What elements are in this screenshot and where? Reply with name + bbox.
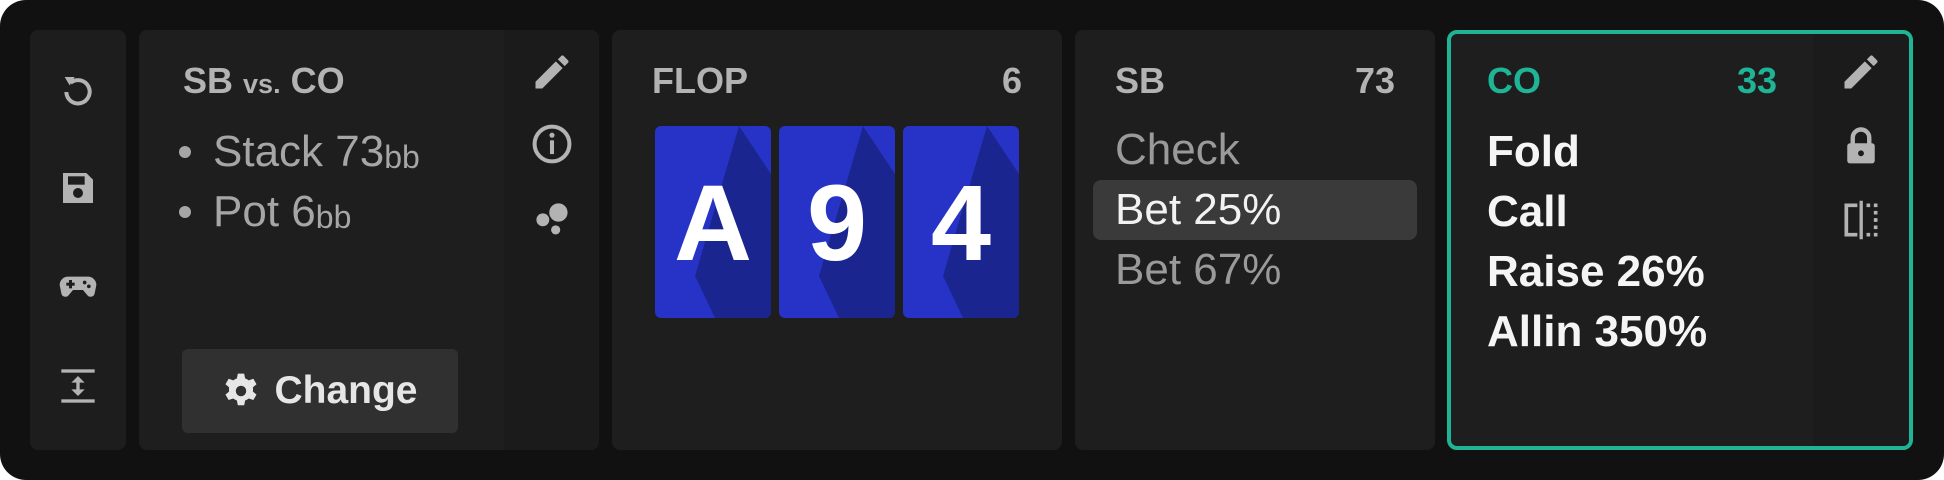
street-title: FLOP bbox=[652, 60, 748, 101]
action-list: Check Bet 25% Bet 67% bbox=[1093, 120, 1417, 300]
action-call[interactable]: Call bbox=[1487, 182, 1707, 242]
gamepad-icon[interactable] bbox=[58, 265, 98, 305]
change-label: Change bbox=[274, 369, 418, 412]
spot-side-toolbar bbox=[504, 30, 599, 450]
pot-value: 6 bbox=[291, 187, 316, 236]
expand-vertical-icon[interactable] bbox=[58, 366, 98, 406]
flop-panel[interactable]: FLOP 6 A 9 4 bbox=[612, 30, 1062, 450]
stack-item: Stack 73 bb bbox=[179, 122, 420, 182]
spot-title: SB vs. CO bbox=[183, 60, 345, 102]
player-stack: 73 bbox=[1354, 60, 1395, 101]
board-card[interactable]: A bbox=[655, 126, 771, 318]
pencil-icon[interactable] bbox=[1839, 50, 1883, 94]
player-position: CO bbox=[1487, 60, 1541, 101]
bullet-dot bbox=[179, 146, 191, 158]
bullet-dot bbox=[179, 206, 191, 218]
pot-size: 6 bbox=[1001, 60, 1022, 101]
player-stack: 33 bbox=[1736, 60, 1777, 101]
gear-icon bbox=[225, 373, 258, 406]
action-bet-25[interactable]: Bet 25% bbox=[1093, 180, 1417, 240]
stack-label: Stack bbox=[213, 127, 324, 176]
action-check[interactable]: Check bbox=[1093, 120, 1417, 180]
pot-label: Pot bbox=[213, 187, 280, 236]
spot-info-panel: SB vs. CO Stack 73 bb Pot 6 bb Change bbox=[139, 30, 599, 450]
stack-unit: bb bbox=[384, 139, 420, 175]
board-card[interactable]: 4 bbox=[903, 126, 1019, 318]
action-bet-67[interactable]: Bet 67% bbox=[1093, 240, 1417, 300]
vs-label: vs. bbox=[243, 69, 281, 99]
villain-position: CO bbox=[290, 60, 345, 101]
sb-action-panel[interactable]: SB 73 Check Bet 25% Bet 67% bbox=[1075, 30, 1435, 450]
spot-details: Stack 73 bb Pot 6 bb bbox=[179, 122, 420, 242]
pot-unit: bb bbox=[315, 199, 352, 235]
action-fold[interactable]: Fold bbox=[1487, 122, 1707, 182]
toolbar bbox=[30, 30, 126, 450]
pot-item: Pot 6 bb bbox=[179, 182, 420, 242]
card-rank: 9 bbox=[806, 161, 868, 283]
board-cards: A 9 4 bbox=[655, 126, 1019, 318]
split-icon[interactable] bbox=[1839, 198, 1883, 242]
co-side-toolbar bbox=[1813, 34, 1909, 446]
reset-icon[interactable] bbox=[58, 72, 98, 112]
save-icon[interactable] bbox=[58, 168, 98, 208]
app-frame: SB vs. CO Stack 73 bb Pot 6 bb Change FL… bbox=[0, 0, 1944, 480]
hero-position: SB bbox=[183, 60, 234, 101]
pencil-icon[interactable] bbox=[530, 50, 574, 94]
co-action-panel[interactable]: CO 33 Fold Call Raise 26% Allin 350% bbox=[1447, 30, 1913, 450]
board-card[interactable]: 9 bbox=[779, 126, 895, 318]
card-rank: 4 bbox=[930, 161, 992, 283]
info-icon[interactable] bbox=[530, 122, 574, 166]
lock-icon[interactable] bbox=[1839, 124, 1883, 168]
action-raise-26[interactable]: Raise 26% bbox=[1487, 242, 1707, 302]
action-allin-350[interactable]: Allin 350% bbox=[1487, 302, 1707, 362]
action-list: Fold Call Raise 26% Allin 350% bbox=[1487, 122, 1707, 362]
player-position: SB bbox=[1115, 60, 1166, 101]
stack-value: 73 bbox=[335, 127, 385, 176]
bubbles-icon[interactable] bbox=[530, 196, 574, 240]
card-rank: A bbox=[674, 161, 752, 283]
change-button[interactable]: Change bbox=[182, 349, 458, 433]
